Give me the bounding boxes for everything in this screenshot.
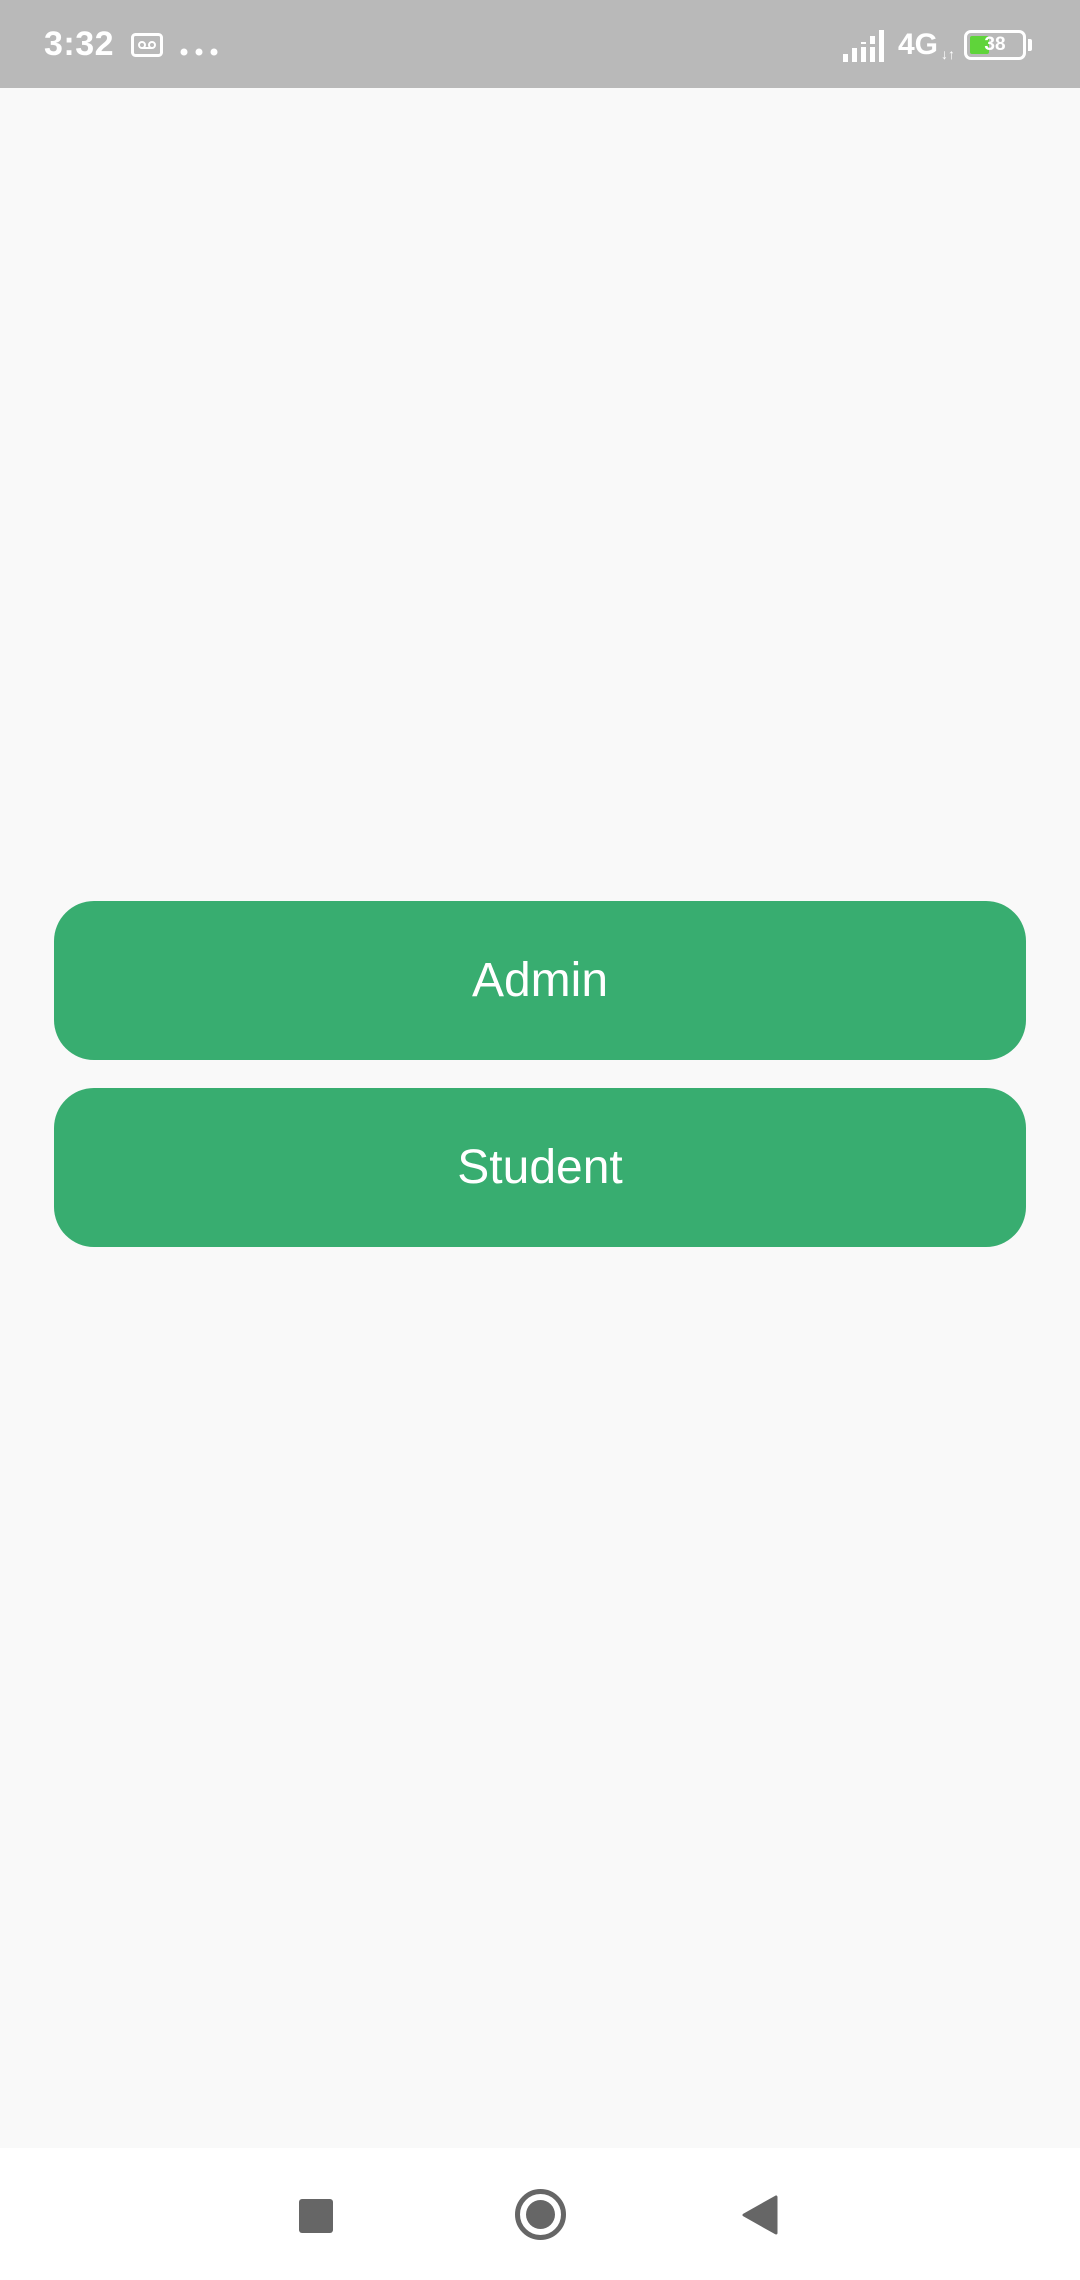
home-icon[interactable]: [515, 2189, 566, 2240]
voicemail-icon: [131, 33, 163, 62]
battery-tip: [1028, 39, 1032, 51]
screen: 3:32 4G ↓↑ 38 Admin Student: [0, 0, 1080, 2280]
status-time: 3:32: [44, 25, 115, 63]
back-icon[interactable]: [742, 2195, 778, 2240]
student-button[interactable]: Student: [54, 1088, 1026, 1247]
battery-icon: 38: [964, 30, 1026, 60]
home-icon-inner: [526, 2200, 555, 2229]
battery-level: 38: [984, 34, 1006, 55]
admin-button[interactable]: Admin: [54, 901, 1026, 1060]
network-type-label: 4G: [898, 28, 939, 61]
network-activity-icon: ↓↑: [941, 46, 955, 62]
status-bar: 3:32 4G ↓↑ 38: [0, 0, 1080, 88]
more-dots-icon: [180, 43, 218, 61]
recents-icon[interactable]: [299, 2199, 333, 2233]
signal-icon: [843, 30, 885, 67]
